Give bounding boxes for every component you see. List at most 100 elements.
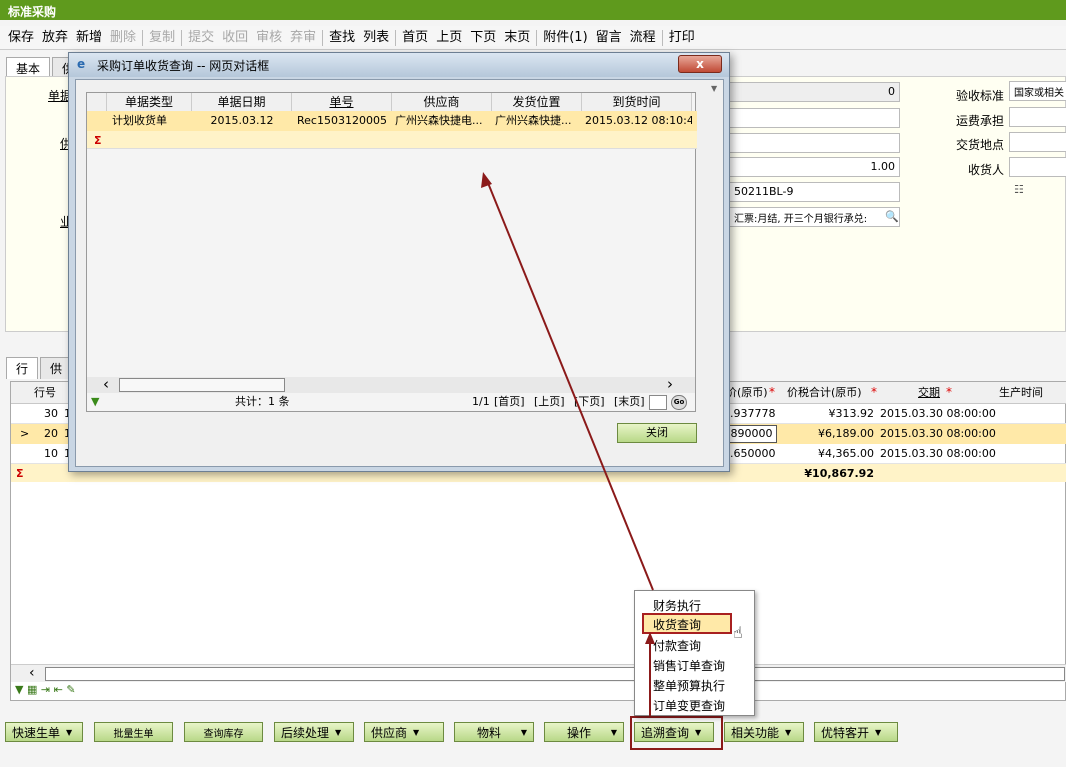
batch-generate-button[interactable]: 批量生单 bbox=[94, 722, 173, 742]
grid-tabs: 行 供 bbox=[6, 357, 74, 379]
pager-next[interactable]: [下页] bbox=[571, 392, 608, 412]
caret-down-icon: ▼ bbox=[335, 727, 342, 737]
toolbar-last[interactable]: 末页 bbox=[500, 26, 534, 50]
toolbar-message[interactable]: 留言 bbox=[592, 26, 626, 50]
scroll-left-icon[interactable]: ‹ bbox=[103, 375, 109, 393]
toolbar-next[interactable]: 下页 bbox=[466, 26, 500, 50]
query-stock-button[interactable]: 查询库存 bbox=[184, 722, 263, 742]
field-receiver[interactable] bbox=[1009, 157, 1066, 177]
dialog-header-corner bbox=[87, 93, 107, 111]
follow-up-button[interactable]: 后续处理 ▼ bbox=[274, 722, 354, 742]
button-label: 物料 bbox=[477, 725, 502, 740]
toolbar-workflow[interactable]: 流程 bbox=[626, 26, 660, 50]
scroll-thumb[interactable] bbox=[45, 667, 1065, 681]
material-button[interactable]: 物料 ▼ bbox=[454, 722, 534, 742]
filter-icon[interactable]: ▼ bbox=[15, 683, 23, 696]
field-delivery-place[interactable] bbox=[1009, 132, 1066, 152]
menu-item-payment-query[interactable]: 付款查询 bbox=[653, 637, 701, 654]
toolbar-attachment[interactable]: 附件(1) bbox=[539, 26, 591, 50]
pager-page: 1/1 bbox=[472, 395, 490, 408]
button-label: 供应商 bbox=[371, 725, 408, 740]
tab-lines[interactable]: 行 bbox=[6, 357, 39, 379]
dialog-cell-no[interactable]: Rec1503120005 bbox=[292, 111, 392, 131]
toolbar-approve: 审核 bbox=[256, 29, 283, 45]
dialog-header-no: 单号 bbox=[292, 93, 392, 111]
dialog-close-button[interactable]: 关闭 bbox=[617, 423, 697, 443]
caret-down-icon: ▼ bbox=[413, 727, 420, 737]
bottom-action-bar: 快速生单 ▼ 批量生单 查询库存 后续处理 ▼ 供应商 ▼ 物料 ▼ 操作 ▼ 追溯查询 ▼… bbox=[0, 716, 1066, 750]
toolbar-separator bbox=[322, 29, 324, 46]
toolbar-prev[interactable]: 上页 bbox=[432, 26, 466, 50]
field-value-5[interactable]: 50211BL-9 bbox=[729, 182, 900, 202]
toolbar-list[interactable]: 列表 bbox=[359, 26, 393, 50]
field-value-1[interactable]: 0 bbox=[729, 82, 900, 102]
menu-item-sales-order-query[interactable]: 销售订单查询 bbox=[653, 657, 725, 674]
toolbar-recall: 收回 bbox=[222, 29, 249, 45]
toolbar-print[interactable]: 打印 bbox=[665, 26, 699, 50]
scroll-thumb[interactable] bbox=[119, 378, 285, 392]
scroll-left-icon[interactable]: ‹ bbox=[29, 665, 35, 681]
dialog-close-icon[interactable]: x bbox=[678, 55, 722, 73]
header-total-orig: 价税合计(原币) bbox=[787, 386, 862, 399]
menu-item-change-query[interactable]: 订单变更查询 bbox=[653, 697, 725, 714]
pager-first[interactable]: [首页] bbox=[491, 392, 528, 412]
field-value-4[interactable]: 1.00 bbox=[729, 157, 900, 177]
delete-row-icon[interactable]: ⇤ bbox=[54, 683, 63, 696]
field-value-3[interactable] bbox=[729, 133, 900, 153]
trace-query-button[interactable]: 追溯查询 ▼ bbox=[634, 722, 714, 742]
toolbar-discard[interactable]: 放弃 bbox=[38, 26, 72, 50]
tab-basic[interactable]: 基本 bbox=[6, 57, 51, 77]
edit-icon[interactable]: ✎ bbox=[66, 683, 75, 696]
youte-button[interactable]: 优特客开 ▼ bbox=[814, 722, 898, 742]
toolbar-new[interactable]: 新增 bbox=[72, 26, 106, 50]
dialog-menu-icon[interactable]: ▼ bbox=[711, 84, 717, 93]
dialog-sum-row: Σ bbox=[87, 131, 697, 149]
toolbar-first[interactable]: 首页 bbox=[398, 26, 432, 50]
toolbar-unapprove: 弃审 bbox=[290, 29, 317, 45]
field-freight[interactable] bbox=[1009, 107, 1066, 127]
dialog-cell-type: 计划收货单 bbox=[112, 114, 167, 127]
caret-down-icon: ▼ bbox=[695, 727, 702, 737]
dialog-total-count: 共计：1 条 bbox=[235, 395, 290, 408]
scroll-right-icon[interactable]: › bbox=[667, 375, 673, 393]
button-label: 相关功能 bbox=[731, 725, 780, 740]
button-label: 快速生单 bbox=[12, 725, 61, 740]
pager-go-button[interactable]: Go bbox=[671, 395, 687, 410]
search-icon[interactable]: 🔍 bbox=[885, 210, 899, 223]
pager-last[interactable]: [末页] bbox=[611, 392, 648, 412]
field-value-6[interactable]: 汇票:月结, 开三个月银行承兑: bbox=[729, 207, 900, 227]
field-acceptance-standard[interactable]: 国家或相关 bbox=[1009, 81, 1066, 101]
supplier-button[interactable]: 供应商 ▼ bbox=[364, 722, 444, 742]
cell-total: ¥313.92 bbox=[828, 407, 875, 420]
hand-cursor-icon: ☝ bbox=[733, 623, 743, 642]
toolbar-separator bbox=[181, 29, 183, 46]
dialog-cell-arrival: 2015.03.12 08:10:40 bbox=[585, 114, 692, 127]
toolbar-save[interactable]: 保存 bbox=[4, 26, 38, 50]
menu-item-finance[interactable]: 财务执行 bbox=[653, 597, 701, 614]
receipt-query-dialog: e 采购订单收货查询 -- 网页对话框 x ▼ 单据类型 单据日期 单号 供应商… bbox=[68, 52, 730, 472]
filter-icon[interactable]: ▼ bbox=[91, 395, 99, 408]
toolbar-separator bbox=[395, 29, 397, 46]
table-icon[interactable]: ▦ bbox=[27, 683, 37, 696]
menu-item-budget-execution[interactable]: 整单预算执行 bbox=[653, 677, 725, 694]
pager-prev[interactable]: [上页] bbox=[531, 392, 568, 412]
related-functions-button[interactable]: 相关功能 ▼ bbox=[724, 722, 804, 742]
button-label: 优特客开 bbox=[821, 725, 870, 740]
menu-item-receipt-query[interactable]: 收货查询 bbox=[653, 616, 701, 633]
horizontal-scrollbar[interactable]: ‹ bbox=[11, 664, 1066, 682]
quick-generate-button[interactable]: 快速生单 ▼ bbox=[5, 722, 83, 742]
dialog-table-row[interactable]: 计划收货单 2015.03.12 Rec1503120005 广州兴森快捷电..… bbox=[87, 111, 697, 131]
header-rowno: 行号 bbox=[34, 386, 56, 399]
operation-button[interactable]: 操作 ▼ bbox=[544, 722, 624, 742]
insert-row-icon[interactable]: ⇥ bbox=[41, 683, 50, 696]
dialog-titlebar[interactable]: e 采购订单收货查询 -- 网页对话框 bbox=[69, 53, 729, 77]
toolbar-find[interactable]: 查找 bbox=[325, 26, 359, 50]
settings-icon[interactable]: ☷ bbox=[1014, 183, 1024, 196]
required-marker: * bbox=[871, 385, 877, 399]
pager-page-input[interactable] bbox=[649, 395, 667, 410]
dialog-grid: 单据类型 单据日期 单号 供应商 发货位置 到货时间 计划收货单 2015.03… bbox=[86, 92, 697, 412]
required-marker: * bbox=[769, 385, 775, 399]
field-value-2[interactable] bbox=[729, 108, 900, 128]
dialog-scrollbar[interactable]: ‹ › bbox=[87, 375, 695, 393]
cell-price[interactable]: .890000 bbox=[723, 425, 777, 443]
